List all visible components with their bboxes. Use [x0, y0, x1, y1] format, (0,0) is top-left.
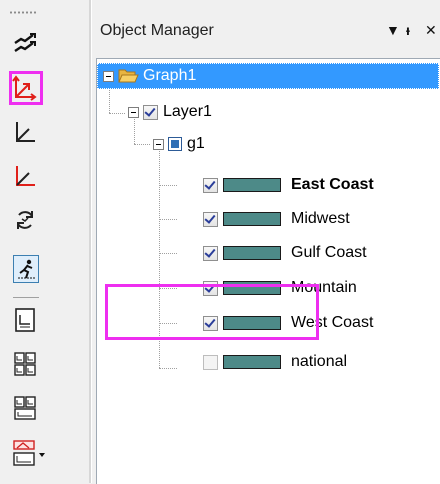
plot-color-swatch: [223, 212, 281, 226]
axis-l-red-button[interactable]: [9, 160, 41, 192]
plot-label: national: [291, 353, 348, 370]
plot-color-swatch: [223, 178, 281, 192]
plot-label: Midwest: [291, 210, 350, 227]
layer-grid-alt-button[interactable]: [9, 392, 41, 424]
panel-dropdown-icon[interactable]: ▼: [386, 22, 400, 38]
object-manager-panel: Object Manager ▼ ᵻ ✕ Graph1 Layer1 g1 Ea…: [92, 0, 440, 484]
plot-color-swatch: [223, 355, 281, 369]
tree-item-plot[interactable]: East Coast: [203, 172, 374, 198]
plot-label: East Coast: [291, 176, 374, 193]
folder-open-icon: [118, 68, 139, 84]
tree-item-g1[interactable]: g1: [153, 131, 205, 157]
object-tree: Graph1 Layer1 g1 East Coast Midwest Gulf…: [96, 58, 440, 484]
collapse-group-toggle[interactable]: [153, 138, 164, 150]
tree-row-graph: Graph1: [103, 63, 196, 89]
plot-checkbox[interactable]: [203, 177, 218, 193]
toolbar-separator: [13, 297, 39, 298]
axis-l-button[interactable]: [9, 116, 41, 148]
plot-checkbox[interactable]: [203, 354, 218, 370]
tree-line: [159, 368, 177, 370]
panel-close-icon[interactable]: ✕: [425, 22, 437, 39]
layer-grid-2x2-alt-icon: [14, 396, 36, 420]
tree-line: [159, 219, 177, 221]
toolbar-grip[interactable]: [9, 11, 37, 14]
graph-label: Graph1: [143, 67, 197, 84]
group-label: g1: [187, 135, 205, 152]
speed-mode-button[interactable]: [13, 255, 39, 283]
highlight-box-toolbar: [9, 71, 43, 105]
plot-checkbox[interactable]: [203, 245, 218, 261]
tree-line: [159, 185, 177, 187]
collapse-layer-toggle[interactable]: [128, 106, 139, 118]
highlight-box-national: [105, 284, 319, 340]
group-icon: [168, 137, 182, 151]
speed-mode-icon: [18, 259, 35, 279]
layer-single-button[interactable]: [9, 304, 41, 336]
plot-checkbox[interactable]: [203, 211, 218, 227]
plot-color-swatch: [223, 246, 281, 260]
layer-grid-button[interactable]: [9, 348, 41, 380]
axis-l-icon: [16, 122, 35, 142]
tree-item-layer1[interactable]: Layer1: [128, 99, 212, 125]
panel-title: Object Manager: [100, 22, 214, 39]
layer-label: Layer1: [163, 103, 212, 120]
tree-line: [109, 113, 125, 115]
stack-arrows-button[interactable]: [9, 28, 41, 60]
rescale-button[interactable]: [9, 204, 41, 236]
panel-pin-icon[interactable]: ᵻ: [406, 22, 410, 38]
panel-header: Object Manager ▼ ᵻ ✕: [92, 0, 440, 58]
layer-single-icon: [15, 308, 35, 332]
tree-line: [159, 253, 177, 255]
merge-graph-dropdown-icon: [13, 440, 45, 466]
tree-line: [134, 144, 150, 146]
rescale-cycle-icon: [17, 211, 33, 229]
collapse-graph-toggle[interactable]: [103, 70, 114, 82]
plot-label: Gulf Coast: [291, 244, 367, 261]
tree-item-plot[interactable]: Midwest: [203, 206, 350, 232]
axis-l-red-icon: [16, 166, 35, 186]
stack-arrows-icon: [14, 33, 36, 52]
tree-item-plot[interactable]: Gulf Coast: [203, 240, 367, 266]
layer-checkbox[interactable]: [143, 104, 158, 120]
tree-item-plot[interactable]: national: [203, 349, 347, 375]
merge-graph-button[interactable]: [9, 438, 49, 470]
layer-grid-2x2-icon: [14, 352, 36, 376]
graph-toolbar: [0, 0, 89, 483]
